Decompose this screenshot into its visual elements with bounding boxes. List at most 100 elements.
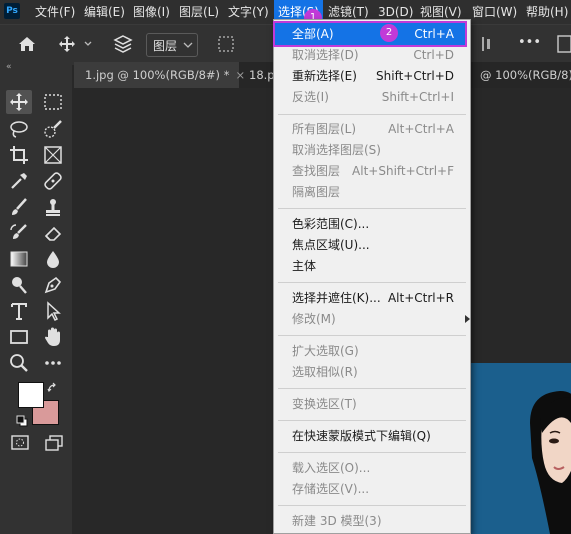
tab-document-2[interactable]: 18.p: [249, 62, 275, 88]
menu-item-color-range[interactable]: 色彩范围(C)...: [292, 214, 456, 234]
menu-separator: [278, 282, 466, 283]
pen-icon[interactable]: [42, 274, 64, 296]
menu-item-similar[interactable]: 选取相似(R): [292, 362, 456, 382]
menu-item-label: 扩大选取(G): [292, 344, 359, 358]
submenu-arrow-icon: [465, 315, 470, 323]
brush-icon[interactable]: [8, 196, 30, 218]
gradient-icon[interactable]: [8, 248, 30, 270]
zoom-icon[interactable]: [8, 352, 30, 374]
marquee-icon[interactable]: [42, 91, 64, 113]
menu-item-label: 在快速蒙版模式下编辑(Q): [292, 429, 431, 443]
tab-label: 18.p: [249, 68, 275, 82]
menu-item-shortcut: Shift+Ctrl+D: [376, 69, 454, 83]
menu-item-label: 主体: [292, 259, 317, 273]
path-select-icon[interactable]: [42, 300, 64, 322]
menu-separator: [278, 420, 466, 421]
menu-window[interactable]: 窗口(W): [472, 0, 517, 24]
rectangle-icon[interactable]: [8, 326, 30, 348]
dodge-icon[interactable]: [8, 274, 30, 296]
menu-item-grow[interactable]: 扩大选取(G): [292, 341, 456, 361]
eyedropper-icon[interactable]: [8, 170, 30, 192]
menu-item-focus-area[interactable]: 焦点区域(U)...: [292, 235, 456, 255]
move-icon[interactable]: [8, 91, 30, 113]
menu-separator: [278, 388, 466, 389]
healing-icon[interactable]: [42, 170, 64, 192]
move-tool-preset-icon[interactable]: [58, 35, 94, 53]
more-tools-icon[interactable]: [42, 352, 64, 374]
menu-item-label: 取消选择(D): [292, 48, 359, 62]
menu-item-shortcut: Ctrl+A: [414, 27, 454, 41]
quick-select-icon[interactable]: [42, 118, 64, 140]
menu-edit[interactable]: 编辑(E): [84, 0, 125, 24]
eraser-icon[interactable]: [42, 222, 64, 244]
screen-mode-icon[interactable]: [44, 434, 64, 452]
tab-label: @ 100%(RGB/8) *: [480, 68, 571, 82]
canvas-image[interactable]: [470, 363, 571, 534]
type-icon[interactable]: [8, 300, 30, 322]
menu-item-label: 焦点区域(U)...: [292, 238, 370, 252]
auto-select-layers-icon[interactable]: [112, 33, 134, 55]
menu-item-save-selection[interactable]: 存储选区(V)...: [292, 479, 456, 499]
more-options-button[interactable]: •••: [518, 35, 541, 50]
tab-document-1[interactable]: 1.jpg @ 100%(RGB/8#) * ×: [74, 62, 245, 88]
history-brush-icon[interactable]: [8, 222, 30, 244]
menu-item-new-3d-model[interactable]: 新建 3D 模型(3): [292, 511, 456, 531]
menu-item-transform-selection[interactable]: 变换选区(T): [292, 394, 456, 414]
crop-icon[interactable]: [8, 144, 30, 166]
collapse-panel-icon[interactable]: «: [6, 62, 12, 72]
swap-colors-icon[interactable]: [47, 382, 59, 394]
layer-select-value: 图层: [153, 39, 178, 53]
menu-item-subject[interactable]: 主体: [292, 256, 456, 276]
menu-item-label: 变换选区(T): [292, 397, 357, 411]
menu-item-inverse[interactable]: 反选(I) Shift+Ctrl+I: [292, 87, 456, 107]
home-icon[interactable]: [18, 36, 36, 52]
layer-select-dropdown[interactable]: 图层: [146, 33, 198, 57]
photoshop-logo: Ps: [4, 3, 20, 19]
menu-item-select-and-mask[interactable]: 选择并遮住(K)... Alt+Ctrl+R: [292, 288, 456, 308]
menu-item-isolate-layers[interactable]: 隔离图层: [292, 182, 456, 202]
menu-item-deselect-layers[interactable]: 取消选择图层(S): [292, 140, 456, 160]
lasso-icon[interactable]: [8, 118, 30, 140]
menu-item-all-layers[interactable]: 所有图层(L) Alt+Ctrl+A: [292, 119, 456, 139]
hand-icon[interactable]: [42, 326, 64, 348]
menu-layer[interactable]: 图层(L): [179, 0, 219, 24]
default-colors-icon[interactable]: [16, 415, 28, 427]
menu-item-label: 查找图层: [292, 164, 341, 178]
menu-item-label: 选择并遮住(K)...: [292, 291, 381, 305]
menu-image[interactable]: 图像(I): [133, 0, 170, 24]
menu-item-shortcut: Shift+Ctrl+I: [381, 90, 454, 104]
select-menu-dropdown: 2 全部(A) Ctrl+A 取消选择(D) Ctrl+D 重新选择(E) Shift…: [273, 19, 471, 534]
menu-item-label: 反选(I): [292, 90, 329, 104]
transform-controls-icon[interactable]: [216, 34, 236, 54]
menu-item-label: 重新选择(E): [292, 69, 357, 83]
foreground-color-swatch[interactable]: [18, 382, 44, 408]
menu-file[interactable]: 文件(F): [35, 0, 75, 24]
menu-type[interactable]: 文字(Y): [228, 0, 269, 24]
menu-item-label: 所有图层(L): [292, 122, 357, 136]
blur-icon[interactable]: [42, 248, 64, 270]
portrait-image: [530, 391, 571, 534]
tab-document-3[interactable]: @ 100%(RGB/8) *×: [480, 62, 571, 88]
tools-panel: «: [0, 62, 72, 534]
menu-item-deselect[interactable]: 取消选择(D) Ctrl+D: [292, 45, 456, 65]
chevron-down-icon: [183, 42, 193, 48]
menu-item-reselect[interactable]: 重新选择(E) Shift+Ctrl+D: [292, 66, 456, 86]
menu-item-load-selection[interactable]: 载入选区(O)...: [292, 458, 456, 478]
menu-help[interactable]: 帮助(H): [526, 0, 568, 24]
tab-label: 1.jpg @ 100%(RGB/8#) *: [85, 68, 230, 82]
menu-item-label: 全部(A): [292, 27, 334, 41]
close-icon[interactable]: ×: [235, 68, 245, 82]
align-icon[interactable]: [480, 35, 492, 53]
frame-icon[interactable]: [42, 144, 64, 166]
menu-item-modify[interactable]: 修改(M): [292, 309, 470, 329]
menu-item-label: 选取相似(R): [292, 365, 358, 379]
menu-separator: [278, 208, 466, 209]
menu-item-select-all[interactable]: 全部(A) Ctrl+A: [292, 24, 456, 44]
quick-mask-icon[interactable]: [10, 434, 30, 452]
menu-separator: [278, 114, 466, 115]
menu-item-shortcut: Ctrl+D: [413, 48, 454, 62]
menu-item-quick-mask[interactable]: 在快速蒙版模式下编辑(Q): [292, 426, 456, 446]
stamp-icon[interactable]: [42, 196, 64, 218]
menu-item-find-layers[interactable]: 查找图层 Alt+Shift+Ctrl+F: [292, 161, 456, 181]
panel-icon[interactable]: [556, 33, 571, 55]
